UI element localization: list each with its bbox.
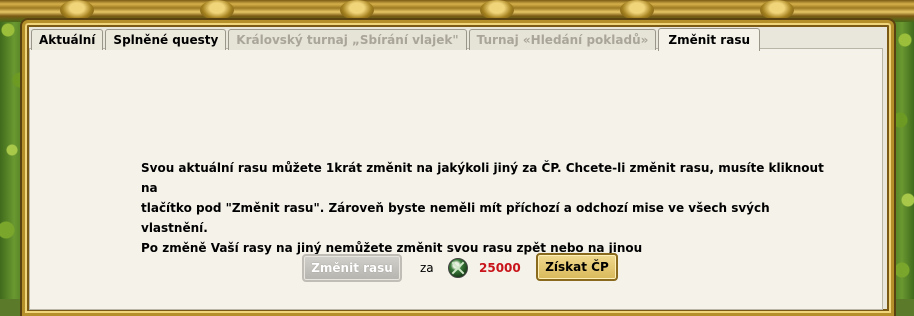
change-race-info-text: Svou aktuální rasu můžete 1krát změnit n… bbox=[141, 158, 831, 258]
get-cp-button[interactable]: Získat ČP bbox=[536, 253, 618, 281]
tab-treasure-tournament: Turnaj «Hledání pokladů» bbox=[468, 29, 657, 50]
ornate-top-border bbox=[0, 0, 914, 22]
tab-bar: Aktuální Splněné questy Královský turnaj… bbox=[31, 27, 761, 51]
price-prefix: za bbox=[420, 261, 434, 275]
tab-completed-quests[interactable]: Splněné questy bbox=[105, 29, 227, 50]
info-line: tlačítko pod "Změnit rasu". Zároveň byst… bbox=[141, 201, 770, 235]
price-value: 25000 bbox=[479, 261, 521, 275]
info-line: Svou aktuální rasu můžete 1krát změnit n… bbox=[141, 161, 824, 195]
cp-coin-icon bbox=[448, 258, 468, 278]
tab-change-race[interactable]: Změnit rasu bbox=[658, 28, 761, 51]
tab-royal-tournament: Královský turnaj „Sbírání vlajek" bbox=[228, 29, 467, 50]
tab-current[interactable]: Aktuální bbox=[31, 29, 104, 50]
change-race-button[interactable]: Změnit rasu bbox=[302, 254, 402, 282]
info-line: Po změně Vaší rasy na jiný nemůžete změn… bbox=[141, 241, 643, 255]
